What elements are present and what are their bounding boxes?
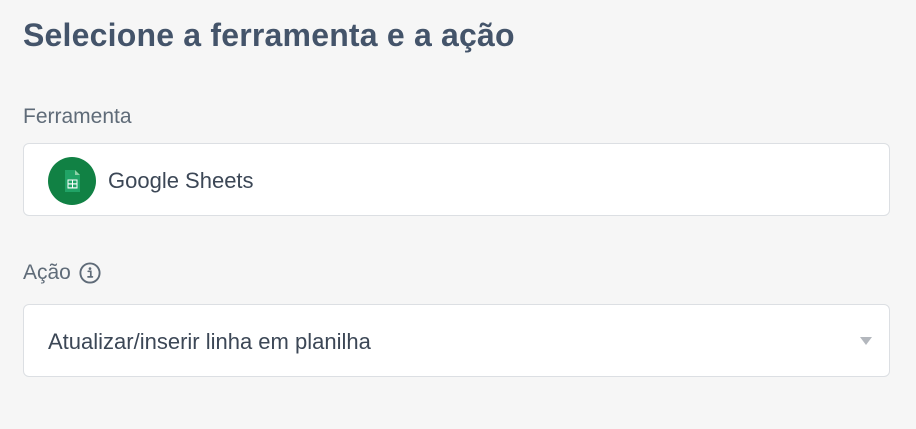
action-select[interactable]: Atualizar/inserir linha em planilha [23, 304, 890, 377]
action-select-value: Atualizar/inserir linha em planilha [48, 329, 371, 354]
tool-select-value: Google Sheets [108, 168, 254, 193]
action-field-label-text: Ação [23, 261, 71, 284]
info-icon[interactable] [79, 262, 101, 284]
tool-field-label: Ferramenta [23, 103, 132, 131]
tool-field-label-text: Ferramenta [23, 105, 132, 128]
action-field-label: Ação [23, 259, 101, 287]
chevron-down-icon[interactable] [860, 337, 872, 345]
page-title: Selecione a ferramenta e a ação [23, 17, 515, 53]
google-sheets-icon [48, 157, 96, 205]
tool-select[interactable]: Google Sheets [23, 143, 890, 216]
